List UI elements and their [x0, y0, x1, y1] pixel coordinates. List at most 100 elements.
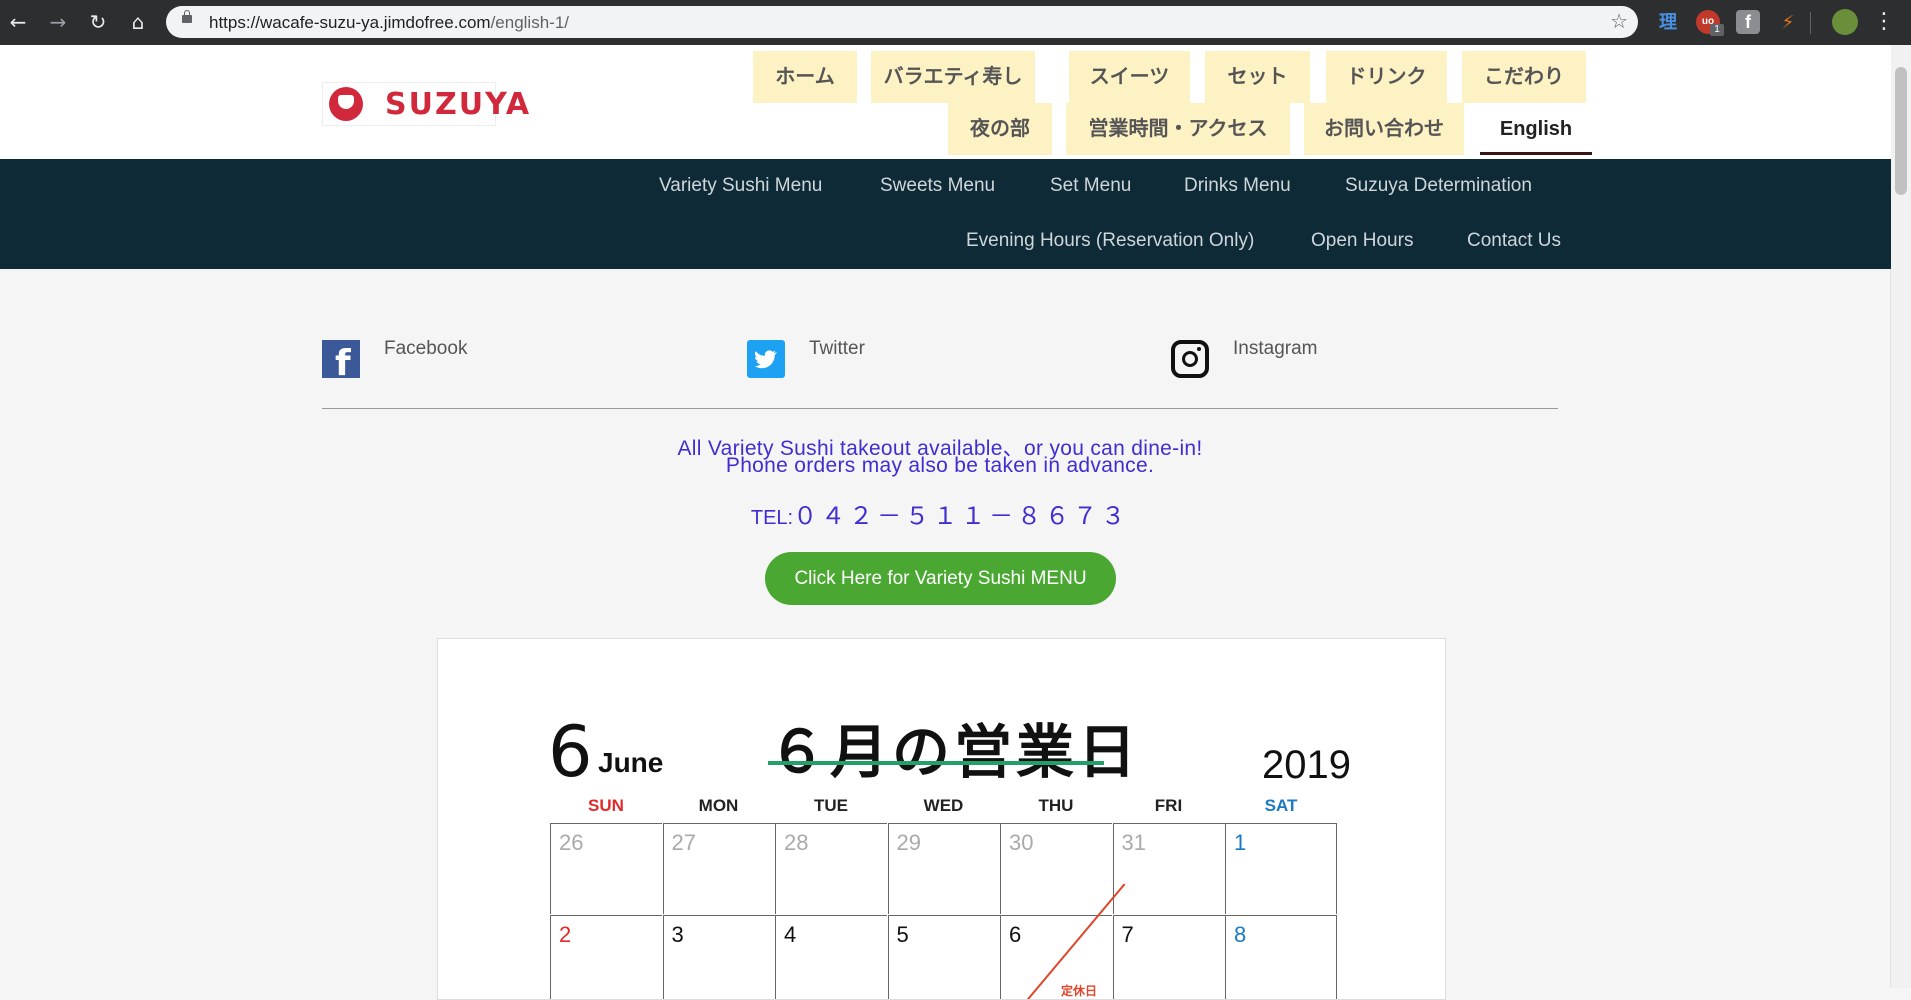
calendar-day-number: 26	[559, 830, 584, 855]
subnav-contact-us[interactable]: Contact Us	[1467, 230, 1561, 252]
facebook-label[interactable]: Facebook	[384, 338, 467, 360]
weekday-mon: MON	[698, 796, 739, 815]
calendar-day-cell: 7	[1112, 915, 1225, 999]
nav-tab-kodawari[interactable]: こだわり	[1462, 51, 1586, 103]
nav-tab-variety-sushi[interactable]: バラエティ寿し	[871, 51, 1035, 103]
twitter-icon[interactable]	[747, 340, 785, 378]
facebook-extension-icon[interactable]: f	[1736, 10, 1760, 34]
reload-icon[interactable]: ↻	[86, 10, 110, 34]
phone-number[interactable]: TEL:０４２－５１１－８６７３	[322, 496, 1558, 531]
nav-tab-english[interactable]: English	[1480, 103, 1592, 155]
calendar-day-number: 27	[671, 830, 696, 855]
subnav-drinks-menu[interactable]: Drinks Menu	[1184, 175, 1291, 197]
calendar-day-cell: 8	[1225, 915, 1337, 999]
calendar-day-number: 4	[784, 922, 797, 947]
back-arrow-icon[interactable]: ←	[6, 10, 30, 34]
weekday-sun: SUN	[588, 796, 624, 815]
logo-text: SUZUYA	[385, 87, 532, 122]
calendar-day-cell: 30	[1000, 823, 1112, 914]
nav-tab-contact[interactable]: お問い合わせ	[1304, 103, 1464, 155]
subnav-set-menu[interactable]: Set Menu	[1050, 175, 1131, 197]
calendar-day-cell: 2	[550, 915, 662, 999]
calendar-day-cell: 28	[775, 823, 887, 914]
calendar-day-number: 2	[559, 922, 572, 947]
site-header: SUZUYA ホーム バラエティ寿し スイーツ セット ドリンク こだわり 夜の…	[0, 45, 1891, 159]
weekday-tue: TUE	[814, 796, 848, 815]
menu-kebab-icon[interactable]: ⋮	[1872, 10, 1896, 34]
url-host: https://wacafe-suzu-ya.jimdofree.com	[209, 13, 491, 32]
rikaikun-extension-icon[interactable]: 理	[1656, 10, 1680, 34]
calendar-day-number: 29	[896, 830, 921, 855]
variety-sushi-menu-button[interactable]: Click Here for Variety Sushi MENU	[765, 552, 1116, 605]
browser-toolbar: ← → ↻ ⌂ https://wacafe-suzu-ya.jimdofree…	[0, 0, 1911, 45]
subnav-variety-sushi-menu[interactable]: Variety Sushi Menu	[659, 175, 822, 197]
social-facebook[interactable]: Facebook	[322, 338, 622, 384]
tel-prefix: TEL:	[750, 507, 794, 529]
calendar-day-number: 31	[1121, 830, 1146, 855]
subnav-sweets-menu[interactable]: Sweets Menu	[880, 175, 995, 197]
facebook-icon[interactable]	[322, 340, 360, 384]
calendar-day-cell: 6 定休日	[1000, 883, 1126, 999]
instagram-label[interactable]: Instagram	[1233, 338, 1317, 360]
nav-tab-sweets[interactable]: スイーツ	[1069, 51, 1190, 103]
calendar-day-cell: 5	[887, 915, 1000, 999]
calendar-day-cell: 29	[887, 823, 1000, 914]
forward-arrow-icon[interactable]: →	[46, 10, 70, 34]
calendar-month-name: June	[598, 747, 664, 778]
social-twitter[interactable]: Twitter	[747, 338, 1047, 380]
address-bar[interactable]: https://wacafe-suzu-ya.jimdofree.com/eng…	[166, 6, 1638, 38]
tel-number: ０４２－５１１－８６７３	[793, 503, 1130, 530]
calendar-month-number: 6	[548, 711, 593, 793]
calendar-title-underline	[768, 761, 1104, 765]
calendar-year: 2019	[1262, 743, 1351, 787]
nav-tab-home[interactable]: ホーム	[753, 51, 857, 103]
calendar-title: ６月の営業日	[768, 718, 1141, 786]
weekday-fri: FRI	[1154, 796, 1183, 815]
english-subnav: Variety Sushi Menu Sweets Menu Set Menu …	[0, 159, 1891, 269]
calendar-day-cell: 27	[662, 823, 775, 914]
weekday-sat: SAT	[1264, 796, 1298, 815]
nav-tab-set[interactable]: セット	[1205, 51, 1310, 103]
address-url[interactable]: https://wacafe-suzu-ya.jimdofree.com/eng…	[209, 13, 569, 33]
nav-tab-evening[interactable]: 夜の部	[948, 103, 1052, 155]
subnav-suzuya-determination[interactable]: Suzuya Determination	[1345, 175, 1532, 197]
calendar-day-cell: 4	[775, 915, 887, 999]
subnav-evening-hours[interactable]: Evening Hours (Reservation Only)	[966, 230, 1254, 252]
calendar-day-cell: 31	[1112, 823, 1225, 914]
calendar-day-cell: 3	[662, 915, 775, 999]
pdf-extension-icon[interactable]: ⚡	[1776, 10, 1800, 34]
nav-tab-drink[interactable]: ドリンク	[1326, 51, 1447, 103]
calendar-day-number: 3	[671, 922, 684, 947]
calendar-day-number: 30	[1009, 830, 1034, 855]
social-instagram[interactable]: Instagram	[1171, 338, 1471, 380]
profile-avatar[interactable]	[1832, 9, 1858, 35]
home-icon[interactable]: ⌂	[126, 10, 150, 34]
calendar-day-number: 6	[1009, 922, 1022, 947]
promo-line-2: Phone orders may also be taken in advanc…	[725, 454, 1155, 477]
calendar-day-cell: 26	[550, 823, 662, 914]
closed-day-label: 定休日	[1061, 984, 1098, 998]
scrollbar-thumb[interactable]	[1895, 67, 1907, 195]
nav-tab-hours-access[interactable]: 営業時間・アクセス	[1066, 103, 1290, 155]
divider	[322, 408, 1558, 409]
lock-icon	[182, 10, 192, 23]
weekday-thu: THU	[1038, 796, 1074, 815]
calendar-day-cell: 1	[1225, 823, 1337, 914]
bookmark-star-icon[interactable]: ☆	[1610, 9, 1628, 33]
weekday-wed: WED	[923, 796, 964, 815]
ublock-badge: 1	[1710, 24, 1724, 36]
page-scrollbar[interactable]	[1890, 45, 1911, 988]
calendar-day-number: 1	[1234, 830, 1247, 855]
calendar-day-number: 5	[896, 922, 909, 947]
calendar-day-number: 7	[1121, 922, 1134, 947]
logo-emblem-icon	[329, 87, 363, 121]
subnav-open-hours[interactable]: Open Hours	[1311, 230, 1413, 252]
toolbar-separator	[1810, 12, 1811, 34]
site-logo[interactable]: SUZUYA	[322, 82, 529, 126]
twitter-label[interactable]: Twitter	[809, 338, 865, 360]
instagram-icon[interactable]	[1171, 340, 1209, 378]
business-calendar: 6 June ６月の営業日 2019 SUN MON TUE WED THU FRI SAT…	[437, 638, 1446, 1000]
calendar-day-number: 8	[1234, 922, 1247, 947]
calendar-day-number: 28	[784, 830, 809, 855]
url-path: /english-1/	[490, 13, 569, 32]
